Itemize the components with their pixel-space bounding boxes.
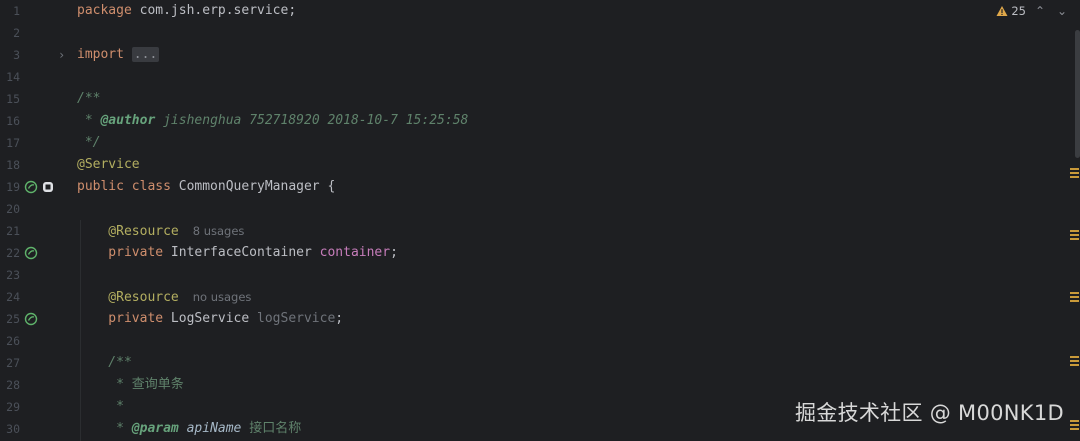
line-gutter: 1 2 3 14 15 16 17 18 19 20 21 22 23 24 2…: [0, 0, 72, 441]
line-number: 2: [13, 26, 20, 40]
code-line[interactable]: import ...: [77, 44, 160, 66]
line-number: 26: [6, 334, 20, 348]
package-name: com.jsh.erp.service;: [131, 3, 297, 18]
warning-icon: [996, 6, 1008, 16]
watermark: 掘金技术社区 @ M00NK1D: [794, 401, 1064, 425]
chevron-down-icon[interactable]: ⌄: [1054, 4, 1070, 18]
code-line[interactable]: private LogService logService;: [77, 308, 343, 330]
keyword: private: [77, 245, 164, 260]
doc-tag: @param: [131, 421, 179, 436]
fold-chevron-icon[interactable]: ›: [58, 44, 68, 66]
doc-comment: *: [77, 113, 101, 128]
keyword: package: [77, 3, 132, 18]
doc-comment: *: [77, 421, 132, 436]
warning-marker[interactable]: [1070, 292, 1079, 302]
line-number: 14: [6, 70, 20, 84]
line-number: 18: [6, 158, 20, 172]
keyword: import: [77, 47, 124, 62]
doc-comment-text: 查询单条: [131, 377, 184, 392]
class-declaration: CommonQueryManager {: [170, 179, 336, 194]
line-number: 20: [6, 202, 20, 216]
vertical-scrollbar[interactable]: [1075, 30, 1080, 158]
unused-field-name: logService: [257, 311, 336, 326]
chevron-up-icon[interactable]: ⌃: [1032, 4, 1048, 18]
warning-marker[interactable]: [1070, 168, 1079, 178]
semicolon: ;: [335, 311, 344, 326]
folded-imports[interactable]: ...: [131, 47, 160, 62]
run-config-icon[interactable]: [42, 181, 54, 193]
code-line[interactable]: @Resource 8 usages: [77, 220, 244, 242]
line-number: 23: [6, 268, 20, 282]
code-line[interactable]: private InterfaceContainer container;: [77, 242, 398, 264]
annotation: @Resource: [77, 224, 179, 239]
spring-bean-icon[interactable]: [24, 312, 38, 326]
line-number: 29: [6, 400, 20, 414]
code-line[interactable]: * @author jishenghua 752718920 2018-10-7…: [77, 110, 469, 132]
field-name: container: [319, 245, 391, 260]
line-number: 22: [6, 246, 20, 260]
code-line[interactable]: */: [77, 132, 101, 154]
type-name: InterfaceContainer: [163, 245, 320, 260]
warning-marker[interactable]: [1070, 230, 1079, 240]
usages-hint[interactable]: 8 usages: [193, 224, 245, 238]
warning-marker[interactable]: [1070, 356, 1079, 366]
usages-hint[interactable]: no usages: [193, 290, 252, 304]
warning-marker[interactable]: [1070, 420, 1079, 430]
code-line[interactable]: * 查询单条: [77, 374, 184, 396]
annotation: @Resource: [77, 290, 179, 305]
warnings-count: 25: [1011, 4, 1026, 18]
code-line[interactable]: /**: [77, 88, 100, 110]
code-line[interactable]: @Resource no usages: [77, 286, 251, 308]
type-name: LogService: [163, 311, 258, 326]
line-number: 15: [6, 92, 20, 106]
spring-bean-icon[interactable]: [24, 246, 38, 260]
line-number: 25: [6, 312, 20, 326]
line-number: 21: [6, 224, 20, 238]
line-number: 27: [6, 356, 20, 370]
doc-comment: *: [77, 377, 132, 392]
code-editor[interactable]: 1 2 3 14 15 16 17 18 19 20 21 22 23 24 2…: [0, 0, 1080, 441]
line-number: 19: [6, 180, 20, 194]
keyword: public class: [77, 179, 171, 194]
doc-comment-text: 接口名称: [249, 421, 302, 436]
code-line[interactable]: public class CommonQueryManager {: [77, 176, 335, 198]
keyword: private: [77, 311, 164, 326]
line-number: 30: [6, 422, 20, 436]
line-number: 3: [13, 48, 20, 62]
code-line[interactable]: * @param apiName 接口名称: [77, 418, 301, 440]
code-line[interactable]: @Service: [77, 154, 140, 176]
line-number: 16: [6, 114, 20, 128]
code-line[interactable]: *: [77, 396, 124, 418]
line-number: 1: [13, 4, 20, 18]
warnings-indicator[interactable]: 25: [996, 4, 1026, 18]
spring-bean-icon[interactable]: [24, 180, 38, 194]
line-number: 17: [6, 136, 20, 150]
inspection-widget[interactable]: 25 ⌃ ⌄: [996, 0, 1070, 22]
semicolon: ;: [390, 245, 398, 260]
doc-tag: @author: [100, 113, 156, 128]
line-number: 24: [6, 290, 20, 304]
code-line[interactable]: /**: [77, 352, 132, 374]
param-name: apiName: [178, 421, 250, 436]
doc-comment: jishenghua 752718920 2018-10-7 15:25:58: [155, 113, 469, 128]
code-line[interactable]: package com.jsh.erp.service;: [77, 0, 296, 22]
line-number: 28: [6, 378, 20, 392]
